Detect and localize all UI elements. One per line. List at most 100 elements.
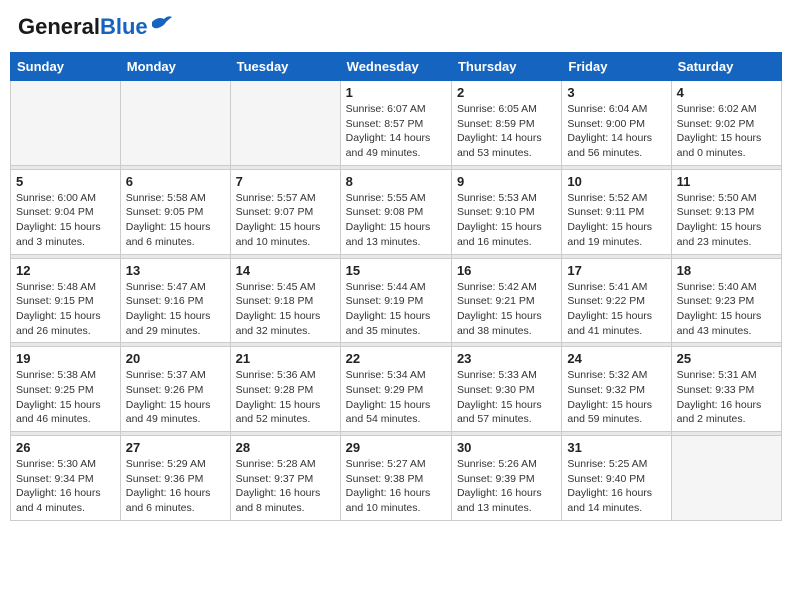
calendar-day-cell: 23 Sunrise: 5:33 AMSunset: 9:30 PMDayligh…: [451, 347, 561, 432]
calendar-day-cell: 16 Sunrise: 5:42 AMSunset: 9:21 PMDayligh…: [451, 258, 561, 343]
day-number: 8: [346, 174, 446, 189]
day-number: 14: [236, 263, 335, 278]
page-header: GeneralBlue: [10, 10, 782, 44]
calendar-day-cell: 10 Sunrise: 5:52 AMSunset: 9:11 PMDayligh…: [562, 169, 671, 254]
day-number: 25: [677, 351, 776, 366]
day-number: 16: [457, 263, 556, 278]
day-info: Sunrise: 5:34 AMSunset: 9:29 PMDaylight:…: [346, 368, 446, 427]
day-number: 20: [126, 351, 225, 366]
day-number: 6: [126, 174, 225, 189]
day-number: 22: [346, 351, 446, 366]
day-info: Sunrise: 5:28 AMSunset: 9:37 PMDaylight:…: [236, 457, 335, 516]
day-info: Sunrise: 5:48 AMSunset: 9:15 PMDaylight:…: [16, 280, 115, 339]
calendar-day-cell: 4 Sunrise: 6:02 AMSunset: 9:02 PMDaylight…: [671, 81, 781, 166]
day-number: 17: [567, 263, 665, 278]
day-info: Sunrise: 6:05 AMSunset: 8:59 PMDaylight:…: [457, 102, 556, 161]
calendar-day-cell: [120, 81, 230, 166]
day-number: 15: [346, 263, 446, 278]
calendar-week-row: 26Sunrise: 5:30 AMSunset: 9:34 PMDayligh…: [11, 436, 782, 521]
calendar-day-cell: [230, 81, 340, 166]
day-info: Sunrise: 6:00 AMSunset: 9:04 PMDaylight:…: [16, 191, 115, 250]
calendar-day-cell: 9 Sunrise: 5:53 AMSunset: 9:10 PMDaylight…: [451, 169, 561, 254]
day-number: 3: [567, 85, 665, 100]
calendar-day-cell: 30 Sunrise: 5:26 AMSunset: 9:39 PMDayligh…: [451, 436, 561, 521]
calendar-day-cell: 14Sunrise: 5:45 AMSunset: 9:18 PMDayligh…: [230, 258, 340, 343]
weekday-header: Saturday: [671, 53, 781, 81]
day-number: 13: [126, 263, 225, 278]
calendar-day-cell: 28Sunrise: 5:28 AMSunset: 9:37 PMDayligh…: [230, 436, 340, 521]
day-info: Sunrise: 6:07 AMSunset: 8:57 PMDaylight:…: [346, 102, 446, 161]
calendar-day-cell: 7Sunrise: 5:57 AMSunset: 9:07 PMDaylight…: [230, 169, 340, 254]
day-info: Sunrise: 6:04 AMSunset: 9:00 PMDaylight:…: [567, 102, 665, 161]
logo-bird-icon: [150, 14, 172, 32]
day-number: 9: [457, 174, 556, 189]
day-number: 10: [567, 174, 665, 189]
day-number: 4: [677, 85, 776, 100]
day-info: Sunrise: 5:26 AMSunset: 9:39 PMDaylight:…: [457, 457, 556, 516]
weekday-header: Monday: [120, 53, 230, 81]
calendar-day-cell: 13 Sunrise: 5:47 AMSunset: 9:16 PMDayligh…: [120, 258, 230, 343]
day-info: Sunrise: 5:47 AMSunset: 9:16 PMDaylight:…: [126, 280, 225, 339]
day-number: 11: [677, 174, 776, 189]
calendar-day-cell: 2 Sunrise: 6:05 AMSunset: 8:59 PMDaylight…: [451, 81, 561, 166]
weekday-header: Sunday: [11, 53, 121, 81]
calendar-week-row: 12 Sunrise: 5:48 AMSunset: 9:15 PMDayligh…: [11, 258, 782, 343]
calendar-day-cell: 31 Sunrise: 5:25 AMSunset: 9:40 PMDayligh…: [562, 436, 671, 521]
day-info: Sunrise: 5:32 AMSunset: 9:32 PMDaylight:…: [567, 368, 665, 427]
day-number: 31: [567, 440, 665, 455]
calendar-day-cell: 17Sunrise: 5:41 AMSunset: 9:22 PMDayligh…: [562, 258, 671, 343]
day-info: Sunrise: 5:36 AMSunset: 9:28 PMDaylight:…: [236, 368, 335, 427]
day-info: Sunrise: 5:53 AMSunset: 9:10 PMDaylight:…: [457, 191, 556, 250]
calendar-day-cell: 5 Sunrise: 6:00 AMSunset: 9:04 PMDaylight…: [11, 169, 121, 254]
day-info: Sunrise: 5:30 AMSunset: 9:34 PMDaylight:…: [16, 457, 115, 516]
calendar-day-cell: 27 Sunrise: 5:29 AMSunset: 9:36 PMDayligh…: [120, 436, 230, 521]
day-number: 23: [457, 351, 556, 366]
logo: GeneralBlue: [18, 14, 172, 40]
day-number: 5: [16, 174, 115, 189]
day-info: Sunrise: 5:29 AMSunset: 9:36 PMDaylight:…: [126, 457, 225, 516]
calendar-day-cell: 25 Sunrise: 5:31 AMSunset: 9:33 PMDayligh…: [671, 347, 781, 432]
day-info: Sunrise: 5:38 AMSunset: 9:25 PMDaylight:…: [16, 368, 115, 427]
calendar-day-cell: 20Sunrise: 5:37 AMSunset: 9:26 PMDayligh…: [120, 347, 230, 432]
calendar-day-cell: 21Sunrise: 5:36 AMSunset: 9:28 PMDayligh…: [230, 347, 340, 432]
day-info: Sunrise: 6:02 AMSunset: 9:02 PMDaylight:…: [677, 102, 776, 161]
calendar-day-cell: 18 Sunrise: 5:40 AMSunset: 9:23 PMDayligh…: [671, 258, 781, 343]
day-info: Sunrise: 5:42 AMSunset: 9:21 PMDaylight:…: [457, 280, 556, 339]
day-info: Sunrise: 5:27 AMSunset: 9:38 PMDaylight:…: [346, 457, 446, 516]
day-info: Sunrise: 5:44 AMSunset: 9:19 PMDaylight:…: [346, 280, 446, 339]
day-info: Sunrise: 5:57 AMSunset: 9:07 PMDaylight:…: [236, 191, 335, 250]
day-info: Sunrise: 5:58 AMSunset: 9:05 PMDaylight:…: [126, 191, 225, 250]
day-number: 12: [16, 263, 115, 278]
calendar-day-cell: 15 Sunrise: 5:44 AMSunset: 9:19 PMDayligh…: [340, 258, 451, 343]
calendar-day-cell: 3 Sunrise: 6:04 AMSunset: 9:00 PMDaylight…: [562, 81, 671, 166]
day-number: 24: [567, 351, 665, 366]
calendar-day-cell: 12 Sunrise: 5:48 AMSunset: 9:15 PMDayligh…: [11, 258, 121, 343]
logo-text: GeneralBlue: [18, 14, 148, 40]
day-number: 1: [346, 85, 446, 100]
weekday-header: Thursday: [451, 53, 561, 81]
day-number: 2: [457, 85, 556, 100]
day-info: Sunrise: 5:25 AMSunset: 9:40 PMDaylight:…: [567, 457, 665, 516]
day-info: Sunrise: 5:52 AMSunset: 9:11 PMDaylight:…: [567, 191, 665, 250]
day-info: Sunrise: 5:31 AMSunset: 9:33 PMDaylight:…: [677, 368, 776, 427]
calendar-day-cell: 11Sunrise: 5:50 AMSunset: 9:13 PMDayligh…: [671, 169, 781, 254]
calendar-day-cell: 22 Sunrise: 5:34 AMSunset: 9:29 PMDayligh…: [340, 347, 451, 432]
calendar-day-cell: 26Sunrise: 5:30 AMSunset: 9:34 PMDayligh…: [11, 436, 121, 521]
calendar-day-cell: 6 Sunrise: 5:58 AMSunset: 9:05 PMDaylight…: [120, 169, 230, 254]
calendar-table: SundayMondayTuesdayWednesdayThursdayFrid…: [10, 52, 782, 521]
day-number: 18: [677, 263, 776, 278]
day-info: Sunrise: 5:33 AMSunset: 9:30 PMDaylight:…: [457, 368, 556, 427]
calendar-day-cell: 19Sunrise: 5:38 AMSunset: 9:25 PMDayligh…: [11, 347, 121, 432]
calendar-week-row: 19Sunrise: 5:38 AMSunset: 9:25 PMDayligh…: [11, 347, 782, 432]
calendar-day-cell: [671, 436, 781, 521]
day-number: 29: [346, 440, 446, 455]
calendar-day-cell: [11, 81, 121, 166]
day-info: Sunrise: 5:40 AMSunset: 9:23 PMDaylight:…: [677, 280, 776, 339]
day-info: Sunrise: 5:55 AMSunset: 9:08 PMDaylight:…: [346, 191, 446, 250]
calendar-header-row: SundayMondayTuesdayWednesdayThursdayFrid…: [11, 53, 782, 81]
calendar-week-row: 5 Sunrise: 6:00 AMSunset: 9:04 PMDaylight…: [11, 169, 782, 254]
weekday-header: Tuesday: [230, 53, 340, 81]
day-number: 27: [126, 440, 225, 455]
day-number: 30: [457, 440, 556, 455]
calendar-week-row: 1 Sunrise: 6:07 AMSunset: 8:57 PMDaylight…: [11, 81, 782, 166]
